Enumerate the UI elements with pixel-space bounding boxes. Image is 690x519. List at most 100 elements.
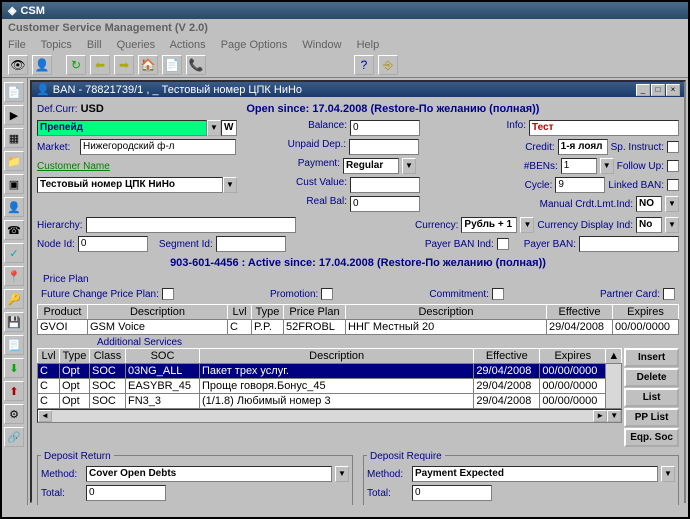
lt-page-icon[interactable]: 📃: [4, 335, 24, 355]
as-col-type[interactable]: Type: [60, 349, 90, 364]
lt-user-icon[interactable]: 👤: [4, 197, 24, 217]
menu-bill[interactable]: Bill: [87, 39, 102, 51]
as-col-exp[interactable]: Expires: [540, 349, 606, 364]
as-col-eff[interactable]: Effective: [474, 349, 540, 364]
maximize-button[interactable]: □: [651, 84, 665, 96]
close-button[interactable]: ×: [666, 84, 680, 96]
as-col-desc[interactable]: Description: [200, 349, 474, 364]
pp-row[interactable]: GVOIGSM Voice CP.P. 52FROBLННГ Местный 2…: [38, 320, 679, 335]
partner-checkbox[interactable]: [663, 288, 675, 300]
tool-refresh-icon[interactable]: ↻: [66, 55, 86, 75]
follow-checkbox[interactable]: [667, 160, 679, 172]
cust-name-label[interactable]: Customer Name: [37, 161, 233, 172]
tool-help-icon[interactable]: ?: [354, 55, 374, 75]
pp-col-desc[interactable]: Description: [88, 305, 228, 320]
pp-col-desc2[interactable]: Description: [346, 305, 547, 320]
menu-topics[interactable]: Topics: [41, 39, 72, 51]
sp-instruct-label: Sp. Instruct:: [611, 142, 664, 153]
dq-method-field[interactable]: Payment Expected: [412, 466, 658, 482]
pp-col-lvl[interactable]: Lvl: [228, 305, 252, 320]
tool-house-icon[interactable]: 🏠: [138, 55, 158, 75]
tool-exit-icon[interactable]: ⎆: [378, 55, 398, 75]
payer-label: Payer BAN:: [524, 239, 576, 250]
cust-name-field[interactable]: Тестовый номер ЦПК НиНо: [37, 177, 223, 193]
lt-check-icon[interactable]: ✓: [4, 243, 24, 263]
deposit-require-box: Deposit Require Method: Payment Expected…: [363, 455, 679, 505]
pp-col-exp[interactable]: Expires: [613, 305, 679, 320]
menu-queries[interactable]: Queries: [117, 39, 156, 51]
menu-actions[interactable]: Actions: [170, 39, 206, 51]
pp-col-eff[interactable]: Effective: [547, 305, 613, 320]
curr-disp-dropdown-icon[interactable]: ▼: [665, 217, 679, 233]
tool-back-icon[interactable]: ⬅: [90, 55, 110, 75]
lt-cfg-icon[interactable]: ⚙: [4, 404, 24, 424]
lt-grid-icon[interactable]: ▦: [4, 128, 24, 148]
as-col-soc[interactable]: SOC: [126, 349, 200, 364]
plan-field[interactable]: Препейд: [37, 120, 207, 136]
tool-doc-icon[interactable]: 📄: [162, 55, 182, 75]
dr-method-dropdown-icon[interactable]: ▼: [335, 466, 349, 482]
pp-col-pp[interactable]: Price Plan: [284, 305, 346, 320]
future-pp-checkbox[interactable]: [162, 288, 174, 300]
dr-method-field[interactable]: Cover Open Debts: [86, 466, 332, 482]
menu-window[interactable]: Window: [302, 39, 341, 51]
scroll-right-icon[interactable]: ►: [593, 410, 607, 422]
curr-disp-field[interactable]: No: [636, 217, 662, 233]
lt-link-icon[interactable]: 🔗: [4, 427, 24, 447]
lt-pin-icon[interactable]: 📍: [4, 266, 24, 286]
payer-field[interactable]: [579, 236, 679, 252]
pplist-button[interactable]: PP List: [624, 408, 679, 427]
delete-button[interactable]: Delete: [624, 368, 679, 387]
plan-dropdown-icon[interactable]: ▼: [207, 120, 221, 136]
eqpsoc-button[interactable]: Eqp. Soc: [624, 428, 679, 447]
scroll-left-icon[interactable]: ◄: [38, 410, 52, 422]
hierarchy-field[interactable]: [86, 217, 296, 233]
as-scroll-up-icon[interactable]: ▲: [606, 349, 622, 364]
manual-dropdown-icon[interactable]: ▼: [665, 196, 679, 212]
tool-phone-icon[interactable]: 📞: [186, 55, 206, 75]
linked-checkbox[interactable]: [667, 179, 679, 191]
lt-up-icon[interactable]: ⬆: [4, 381, 24, 401]
lt-doc-icon[interactable]: 📄: [4, 82, 24, 102]
menu-page-options[interactable]: Page Options: [221, 39, 288, 51]
as-row-0[interactable]: COptSOC 03NG_ALLПакет трех услуг. 29/04/…: [38, 364, 622, 379]
currency-dropdown-icon[interactable]: ▼: [520, 217, 534, 233]
pp-col-product[interactable]: Product: [38, 305, 88, 320]
bens-dropdown-icon[interactable]: ▼: [600, 158, 614, 174]
insert-button[interactable]: Insert: [624, 348, 679, 367]
as-col-class[interactable]: Class: [90, 349, 126, 364]
tool-eye-icon[interactable]: 👁: [8, 55, 28, 75]
lt-key-icon[interactable]: 🔑: [4, 289, 24, 309]
tool-fwd-icon[interactable]: ➡: [114, 55, 134, 75]
commit-checkbox[interactable]: [492, 288, 504, 300]
cust-name-dropdown-icon[interactable]: ▼: [223, 177, 237, 193]
payer-ind-checkbox[interactable]: [497, 238, 509, 250]
pp-col-type[interactable]: Type: [252, 305, 284, 320]
as-hscroll[interactable]: ◄ ► ▼: [37, 409, 622, 423]
lt-phone-icon[interactable]: ☎: [4, 220, 24, 240]
as-row-1[interactable]: COptSOC EASYBR_45Проще говоря.Бонус_45 2…: [38, 379, 622, 394]
lt-folder-icon[interactable]: 📁: [4, 151, 24, 171]
lt-box-icon[interactable]: ▣: [4, 174, 24, 194]
scroll-down-icon[interactable]: ▼: [607, 410, 621, 422]
lt-in-icon[interactable]: ⬇: [4, 358, 24, 378]
segment-field[interactable]: [216, 236, 286, 252]
manual-field[interactable]: NO: [636, 196, 662, 212]
minimize-button[interactable]: _: [636, 84, 650, 96]
currency-field[interactable]: Рубль + 1: [461, 217, 517, 233]
payment-field[interactable]: Regular: [343, 158, 399, 174]
list-button[interactable]: List: [624, 388, 679, 407]
menu-file[interactable]: File: [8, 39, 26, 51]
as-row-2[interactable]: COptSOC FN3_3(1/1.8) Любимый номер 3 29/…: [38, 394, 622, 409]
node-field[interactable]: 0: [78, 236, 148, 252]
dq-method-dropdown-icon[interactable]: ▼: [661, 466, 675, 482]
lt-fwd-icon[interactable]: ▶: [4, 105, 24, 125]
payment-dropdown-icon[interactable]: ▼: [402, 158, 416, 174]
bens-field[interactable]: 1: [561, 158, 597, 174]
as-col-lvl[interactable]: Lvl: [38, 349, 60, 364]
tool-user-icon[interactable]: 👤: [32, 55, 52, 75]
lt-disk-icon[interactable]: 💾: [4, 312, 24, 332]
menu-help[interactable]: Help: [357, 39, 380, 51]
sp-instruct-checkbox[interactable]: [667, 141, 679, 153]
promo-checkbox[interactable]: [321, 288, 333, 300]
